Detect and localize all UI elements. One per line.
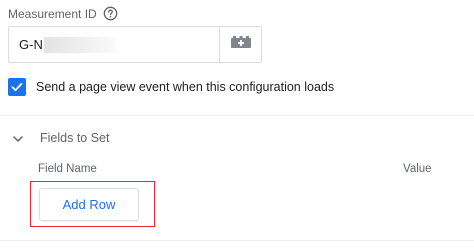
pageview-checkbox[interactable] xyxy=(8,78,26,96)
chevron-down-icon xyxy=(12,132,24,144)
fields-to-set-toggle[interactable]: Fields to Set xyxy=(12,131,109,145)
measurement-id-input[interactable]: G-N xyxy=(9,27,219,62)
pageview-checkbox-label[interactable]: Send a page view event when this configu… xyxy=(36,80,334,94)
section-divider xyxy=(0,115,474,116)
help-circle-icon[interactable] xyxy=(103,6,118,21)
variable-picker-button[interactable] xyxy=(219,27,261,62)
bottom-divider xyxy=(0,240,474,241)
column-header-value: Value xyxy=(403,163,432,175)
pageview-option-row: Send a page view event when this configu… xyxy=(8,78,334,96)
fields-to-set-title: Fields to Set xyxy=(40,131,110,145)
add-row-button[interactable]: Add Row xyxy=(39,188,139,221)
measurement-id-label-row: Measurement ID xyxy=(8,6,118,21)
measurement-id-value: G-N xyxy=(19,37,43,52)
variable-picker-icon xyxy=(230,35,252,54)
measurement-id-field[interactable]: G-N xyxy=(8,26,262,63)
redacted-value-overlay xyxy=(43,36,116,53)
checkmark-icon xyxy=(11,82,23,92)
column-header-field-name: Field Name xyxy=(38,163,97,175)
measurement-id-label: Measurement ID xyxy=(8,6,97,21)
